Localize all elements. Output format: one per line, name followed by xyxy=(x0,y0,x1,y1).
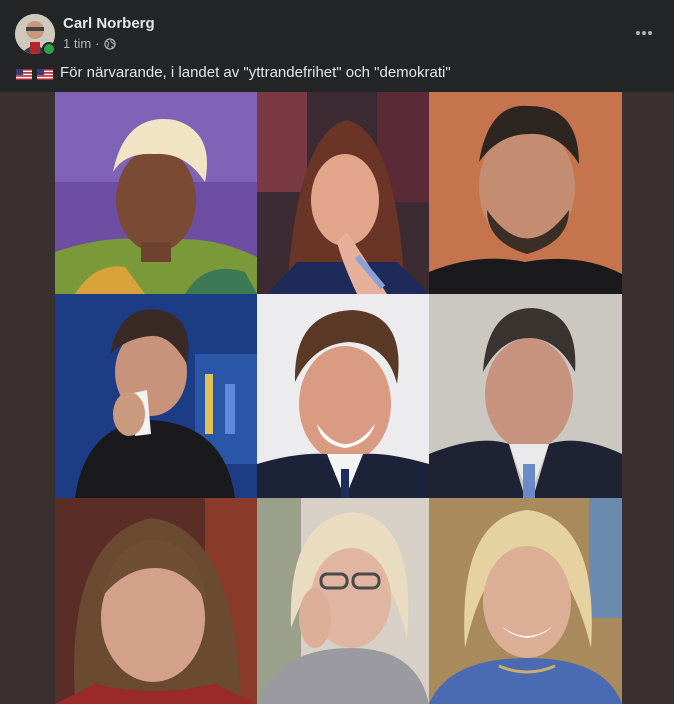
photo-tile-5 xyxy=(257,294,429,498)
post-timestamp[interactable]: 1 tim xyxy=(63,36,91,51)
photo-tile-2 xyxy=(257,92,429,294)
more-horizontal-icon xyxy=(635,23,653,41)
photo-tile-6 xyxy=(429,294,622,498)
us-flag-icon xyxy=(16,67,32,80)
meta-separator: · xyxy=(95,36,100,51)
globe-icon xyxy=(103,37,116,50)
photo-tile-4 xyxy=(55,294,257,498)
photo-tile-7 xyxy=(55,498,257,704)
photo-tile-8 xyxy=(257,498,429,704)
photo-collage[interactable] xyxy=(55,92,622,704)
photo-tile-1 xyxy=(55,92,257,294)
author-name[interactable]: Carl Norberg xyxy=(63,15,155,32)
online-status-indicator xyxy=(42,42,56,56)
more-options-button[interactable] xyxy=(628,18,660,46)
caption-text: För närvarande, i landet av "yttrandefri… xyxy=(60,64,451,81)
post-meta: 1 tim · xyxy=(63,36,116,51)
post-media[interactable] xyxy=(0,92,674,704)
feed-post: Carl Norberg 1 tim · För närvarande, i l… xyxy=(0,0,674,704)
us-flag-icon xyxy=(37,67,53,80)
caption-flags xyxy=(16,67,55,80)
post-caption: För närvarande, i landet av "yttrandefri… xyxy=(16,64,658,81)
photo-tile-3 xyxy=(429,92,622,294)
photo-tile-9 xyxy=(429,498,622,704)
post-header: Carl Norberg 1 tim · xyxy=(0,0,674,62)
